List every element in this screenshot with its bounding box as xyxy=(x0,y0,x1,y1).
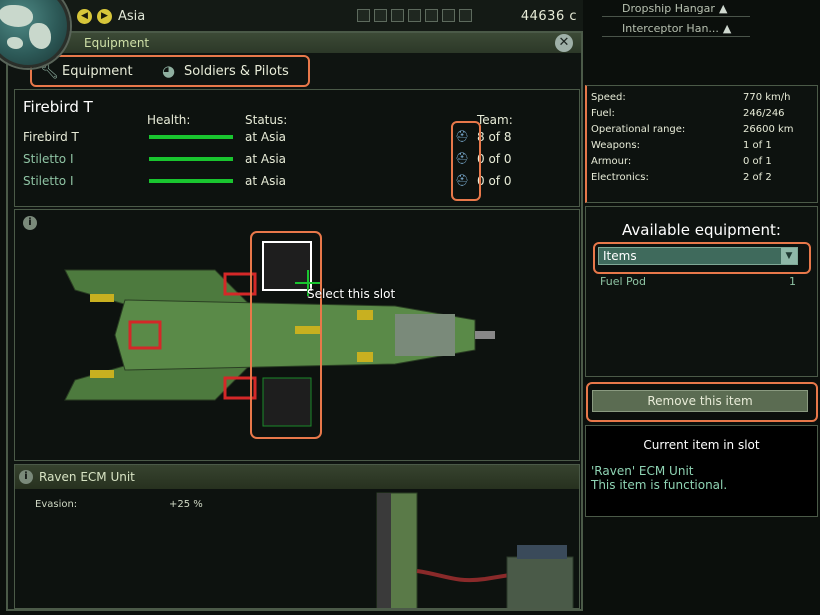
stat-value: 26600 km xyxy=(743,124,794,135)
facility-icon[interactable] xyxy=(374,9,387,22)
craft-title: Firebird T xyxy=(23,98,93,116)
stat-label: Electronics: xyxy=(591,172,649,183)
team-header: Team: xyxy=(477,113,513,127)
facility-icon[interactable] xyxy=(442,9,455,22)
helmet-icon: ◕ xyxy=(162,62,176,80)
hangar-label: Interceptor Han... xyxy=(622,22,719,35)
equipment-filter-dropdown[interactable]: Items ▼ xyxy=(598,247,798,265)
facility-icon[interactable] xyxy=(459,9,472,22)
tab-label: Soldiers & Pilots xyxy=(184,63,289,79)
divider xyxy=(602,36,750,37)
tab-label: Equipment xyxy=(62,63,133,79)
team-count: 0 of 0 xyxy=(477,152,512,166)
remove-item-button[interactable]: Remove this item xyxy=(592,390,808,412)
item-image xyxy=(376,492,574,608)
craft-name: Firebird T xyxy=(23,130,79,144)
status-header: Status: xyxy=(245,113,288,127)
stat-row: Operational range: 26600 km xyxy=(591,124,816,135)
facility-icon[interactable] xyxy=(408,9,421,22)
craft-row[interactable]: Stiletto I at Asia ⛑ 0 of 0 xyxy=(23,150,563,170)
dropship-icon: ▲ xyxy=(718,2,728,15)
divider xyxy=(602,16,750,17)
stat-label: Armour: xyxy=(591,156,632,167)
craft-status: at Asia xyxy=(245,152,287,166)
health-header: Health: xyxy=(147,113,191,127)
tab-bar: 🔧︎ Equipment ◕ Soldiers & Pilots xyxy=(30,55,310,87)
dropdown-value: Items xyxy=(603,249,637,263)
hangar-label: Dropship Hangar xyxy=(622,2,715,15)
equipment-slot[interactable] xyxy=(263,378,311,426)
stat-value: 1 of 1 xyxy=(743,140,772,151)
stat-label: Speed: xyxy=(591,92,626,103)
next-region-button[interactable]: ▶ xyxy=(97,9,112,24)
craft-status: at Asia xyxy=(245,174,287,188)
tab-soldiers-pilots[interactable]: ◕ Soldiers & Pilots xyxy=(162,63,289,79)
facility-icon[interactable] xyxy=(425,9,438,22)
stat-value: 0 of 1 xyxy=(743,156,772,167)
slot-tooltip: Select this slot xyxy=(307,287,396,301)
current-item-status: This item is functional. xyxy=(591,478,728,492)
craft-row[interactable]: Stiletto I at Asia ⛑ 0 of 0 xyxy=(23,172,563,192)
current-item-name: 'Raven' ECM Unit xyxy=(591,464,694,478)
window-header: Equipment ✕ xyxy=(8,33,581,53)
health-bar xyxy=(149,157,233,161)
credits-display: 44636 c xyxy=(520,9,577,24)
available-equipment-panel: Available equipment: Items ▼ Fuel Pod 1 xyxy=(585,206,818,377)
aircraft-team-list: Firebird T Health: Status: Team: Firebir… xyxy=(14,89,580,207)
base-facility-icons xyxy=(357,9,472,22)
craft-stats-panel: Speed: 770 km/h Fuel: 246/246 Operationa… xyxy=(585,85,818,203)
equipment-window: Equipment ✕ 🔧︎ Equipment ◕ Soldiers & Pi… xyxy=(6,31,583,611)
craft-name: Stiletto I xyxy=(23,174,74,188)
available-title: Available equipment: xyxy=(622,221,781,239)
chevron-down-icon[interactable]: ▼ xyxy=(781,248,797,264)
stat-row: Fuel: 246/246 xyxy=(591,108,816,119)
wrench-icon: 🔧︎ xyxy=(40,62,60,80)
stat-label: Fuel: xyxy=(591,108,615,119)
stat-label: Operational range: xyxy=(591,124,686,135)
stat-row: Weapons: 1 of 1 xyxy=(591,140,816,151)
stat-row: Speed: 770 km/h xyxy=(591,92,816,103)
facility-icon[interactable] xyxy=(357,9,370,22)
interceptor-hangar-link[interactable]: Interceptor Han... ▲ xyxy=(622,22,731,35)
stat-value: 770 km/h xyxy=(743,92,791,103)
aircraft-slot-view: i Select this slot xyxy=(14,209,580,461)
craft-row[interactable]: Firebird T at Asia ⛑ 8 of 8 xyxy=(23,128,563,148)
item-detail-panel: i Raven ECM Unit Evasion: +25 % xyxy=(14,464,580,609)
prev-region-button[interactable]: ◀ xyxy=(77,9,92,24)
item-count: 1 xyxy=(789,275,796,288)
team-count: 0 of 0 xyxy=(477,174,512,188)
current-item-panel: Current item in slot 'Raven' ECM Unit Th… xyxy=(585,425,818,517)
current-item-title: Current item in slot xyxy=(643,438,760,452)
health-bar xyxy=(149,135,233,139)
stat-value: 2 of 2 xyxy=(743,172,772,183)
equipment-slot[interactable] xyxy=(263,242,311,290)
craft-name: Stiletto I xyxy=(23,152,74,166)
craft-status: at Asia xyxy=(245,130,287,144)
hangar-links: Dropship Hangar ▲ Interceptor Han... ▲ xyxy=(602,0,752,40)
stat-row: Electronics: 2 of 2 xyxy=(591,172,816,183)
stat-label: Weapons: xyxy=(591,140,640,151)
facility-icon[interactable] xyxy=(391,9,404,22)
list-item[interactable]: Fuel Pod 1 xyxy=(600,275,796,288)
team-count: 8 of 8 xyxy=(477,130,512,144)
health-bar xyxy=(149,179,233,183)
stat-row: Armour: 0 of 1 xyxy=(591,156,816,167)
dropship-hangar-link[interactable]: Dropship Hangar ▲ xyxy=(622,2,727,15)
team-highlight xyxy=(451,121,481,201)
item-name: Fuel Pod xyxy=(600,275,646,288)
close-icon[interactable]: ✕ xyxy=(555,34,573,52)
region-name: Asia xyxy=(118,9,146,24)
stat-value: 246/246 xyxy=(743,108,785,119)
interceptor-icon: ▲ xyxy=(722,22,732,35)
tab-equipment[interactable]: 🔧︎ Equipment xyxy=(40,63,133,79)
window-title: Equipment xyxy=(84,36,150,50)
top-bar: ◀ ▶ Asia 44636 c xyxy=(0,0,583,68)
